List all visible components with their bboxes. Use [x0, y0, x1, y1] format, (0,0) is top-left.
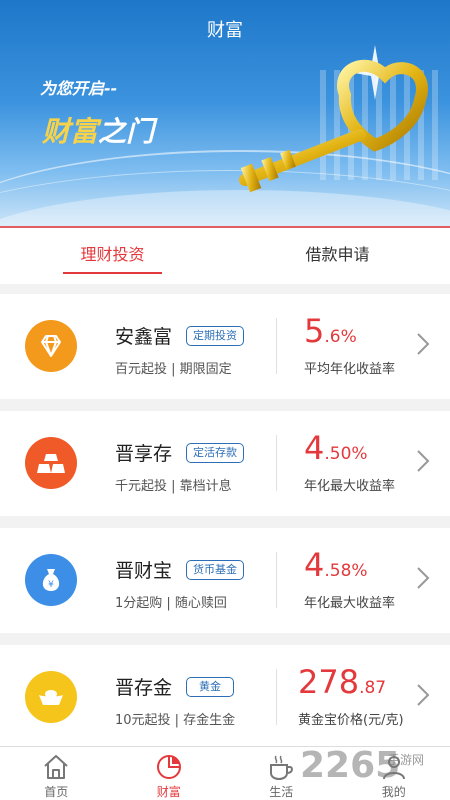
svg-text:¥: ¥ — [48, 580, 54, 590]
banner-slogan: 财富之门 — [42, 110, 154, 150]
divider — [276, 552, 277, 608]
nav-wealth[interactable]: 财富 — [113, 747, 226, 800]
product-card-jincaibao[interactable]: ¥ 晋财宝 货币基金 1分起购 | 随心赎回 4.58% 年化最大收益率 — [0, 528, 450, 633]
watermark-number: 2265 — [300, 745, 401, 786]
chevron-right-icon[interactable] — [416, 332, 430, 356]
product-name: 晋享存 — [115, 443, 173, 465]
money-bag-icon: ¥ — [25, 554, 77, 606]
rate-decimal: .6% — [324, 327, 357, 347]
product-name: 安鑫富 — [115, 326, 173, 348]
rate-label: 年化最大收益率 — [304, 596, 396, 611]
product-badge: 定期投资 — [186, 326, 244, 346]
hero-banner[interactable]: 财富 为您开启-- 财富之门 — [0, 0, 450, 228]
rate-label: 平均年化收益率 — [304, 362, 396, 377]
banner-tagline: 为您开启-- — [40, 79, 118, 98]
product-features: 10元起投 | 存金生金 — [115, 713, 236, 728]
product-card-jincunjin[interactable]: 晋存金 黄金 10元起投 | 存金生金 278.87 黄金宝价格(元/克) — [0, 645, 450, 750]
tab-loan-application[interactable]: 借款申请 — [225, 228, 450, 284]
tab-investment[interactable]: 理财投资 — [0, 228, 225, 284]
rate-label: 年化最大收益率 — [304, 479, 396, 494]
rate-integer: 5 — [304, 312, 325, 350]
diamond-icon — [25, 320, 77, 372]
pie-chart-icon — [156, 755, 181, 779]
rate-decimal: .87 — [359, 678, 387, 698]
rate-decimal: .58% — [324, 561, 368, 581]
divider — [276, 435, 277, 491]
product-badge: 定活存款 — [186, 443, 244, 463]
page-title: 财富 — [207, 20, 243, 41]
rate-label: 黄金宝价格(元/克) — [298, 713, 404, 728]
nav-label: 首页 — [44, 785, 69, 799]
product-rate: 278.87 — [298, 663, 386, 701]
product-badge: 黄金 — [186, 677, 234, 697]
rate-integer: 4 — [304, 429, 325, 467]
rate-integer: 4 — [304, 546, 325, 584]
nav-label: 财富 — [156, 785, 181, 799]
product-card-anxinfu[interactable]: 安鑫富 定期投资 百元起投 | 期限固定 5.6% 平均年化收益率 — [0, 294, 450, 399]
product-rate: 4.50% — [304, 429, 368, 467]
chevron-right-icon[interactable] — [416, 449, 430, 473]
product-rate: 5.6% — [304, 312, 357, 350]
product-badge: 货币基金 — [186, 560, 244, 580]
chevron-right-icon[interactable] — [416, 566, 430, 590]
nav-home[interactable]: 首页 — [0, 747, 113, 800]
home-icon — [44, 755, 68, 779]
product-name: 晋财宝 — [115, 560, 173, 582]
golden-key-icon — [239, 45, 428, 193]
watermark-site: 手游网 — [388, 753, 425, 767]
slogan-part1: 财富 — [42, 115, 99, 148]
divider — [276, 669, 277, 725]
product-features: 1分起购 | 随心赎回 — [115, 596, 227, 611]
gold-bars-icon — [25, 437, 77, 489]
product-rate: 4.58% — [304, 546, 368, 584]
product-name: 晋存金 — [115, 677, 173, 699]
product-features: 百元起投 | 期限固定 — [115, 362, 232, 377]
slogan-part2: 之门 — [98, 115, 155, 148]
divider — [276, 318, 277, 374]
product-card-jinxiangcun[interactable]: 晋享存 定活存款 千元起投 | 靠档计息 4.50% 年化最大收益率 — [0, 411, 450, 516]
product-features: 千元起投 | 靠档计息 — [115, 479, 232, 494]
rate-decimal: .50% — [324, 444, 368, 464]
coffee-cup-icon — [270, 755, 294, 781]
gold-ingot-icon — [25, 671, 77, 723]
tab-bar: 理财投资 借款申请 — [0, 228, 450, 284]
rate-integer: 278 — [298, 663, 360, 701]
chevron-right-icon[interactable] — [416, 683, 430, 707]
